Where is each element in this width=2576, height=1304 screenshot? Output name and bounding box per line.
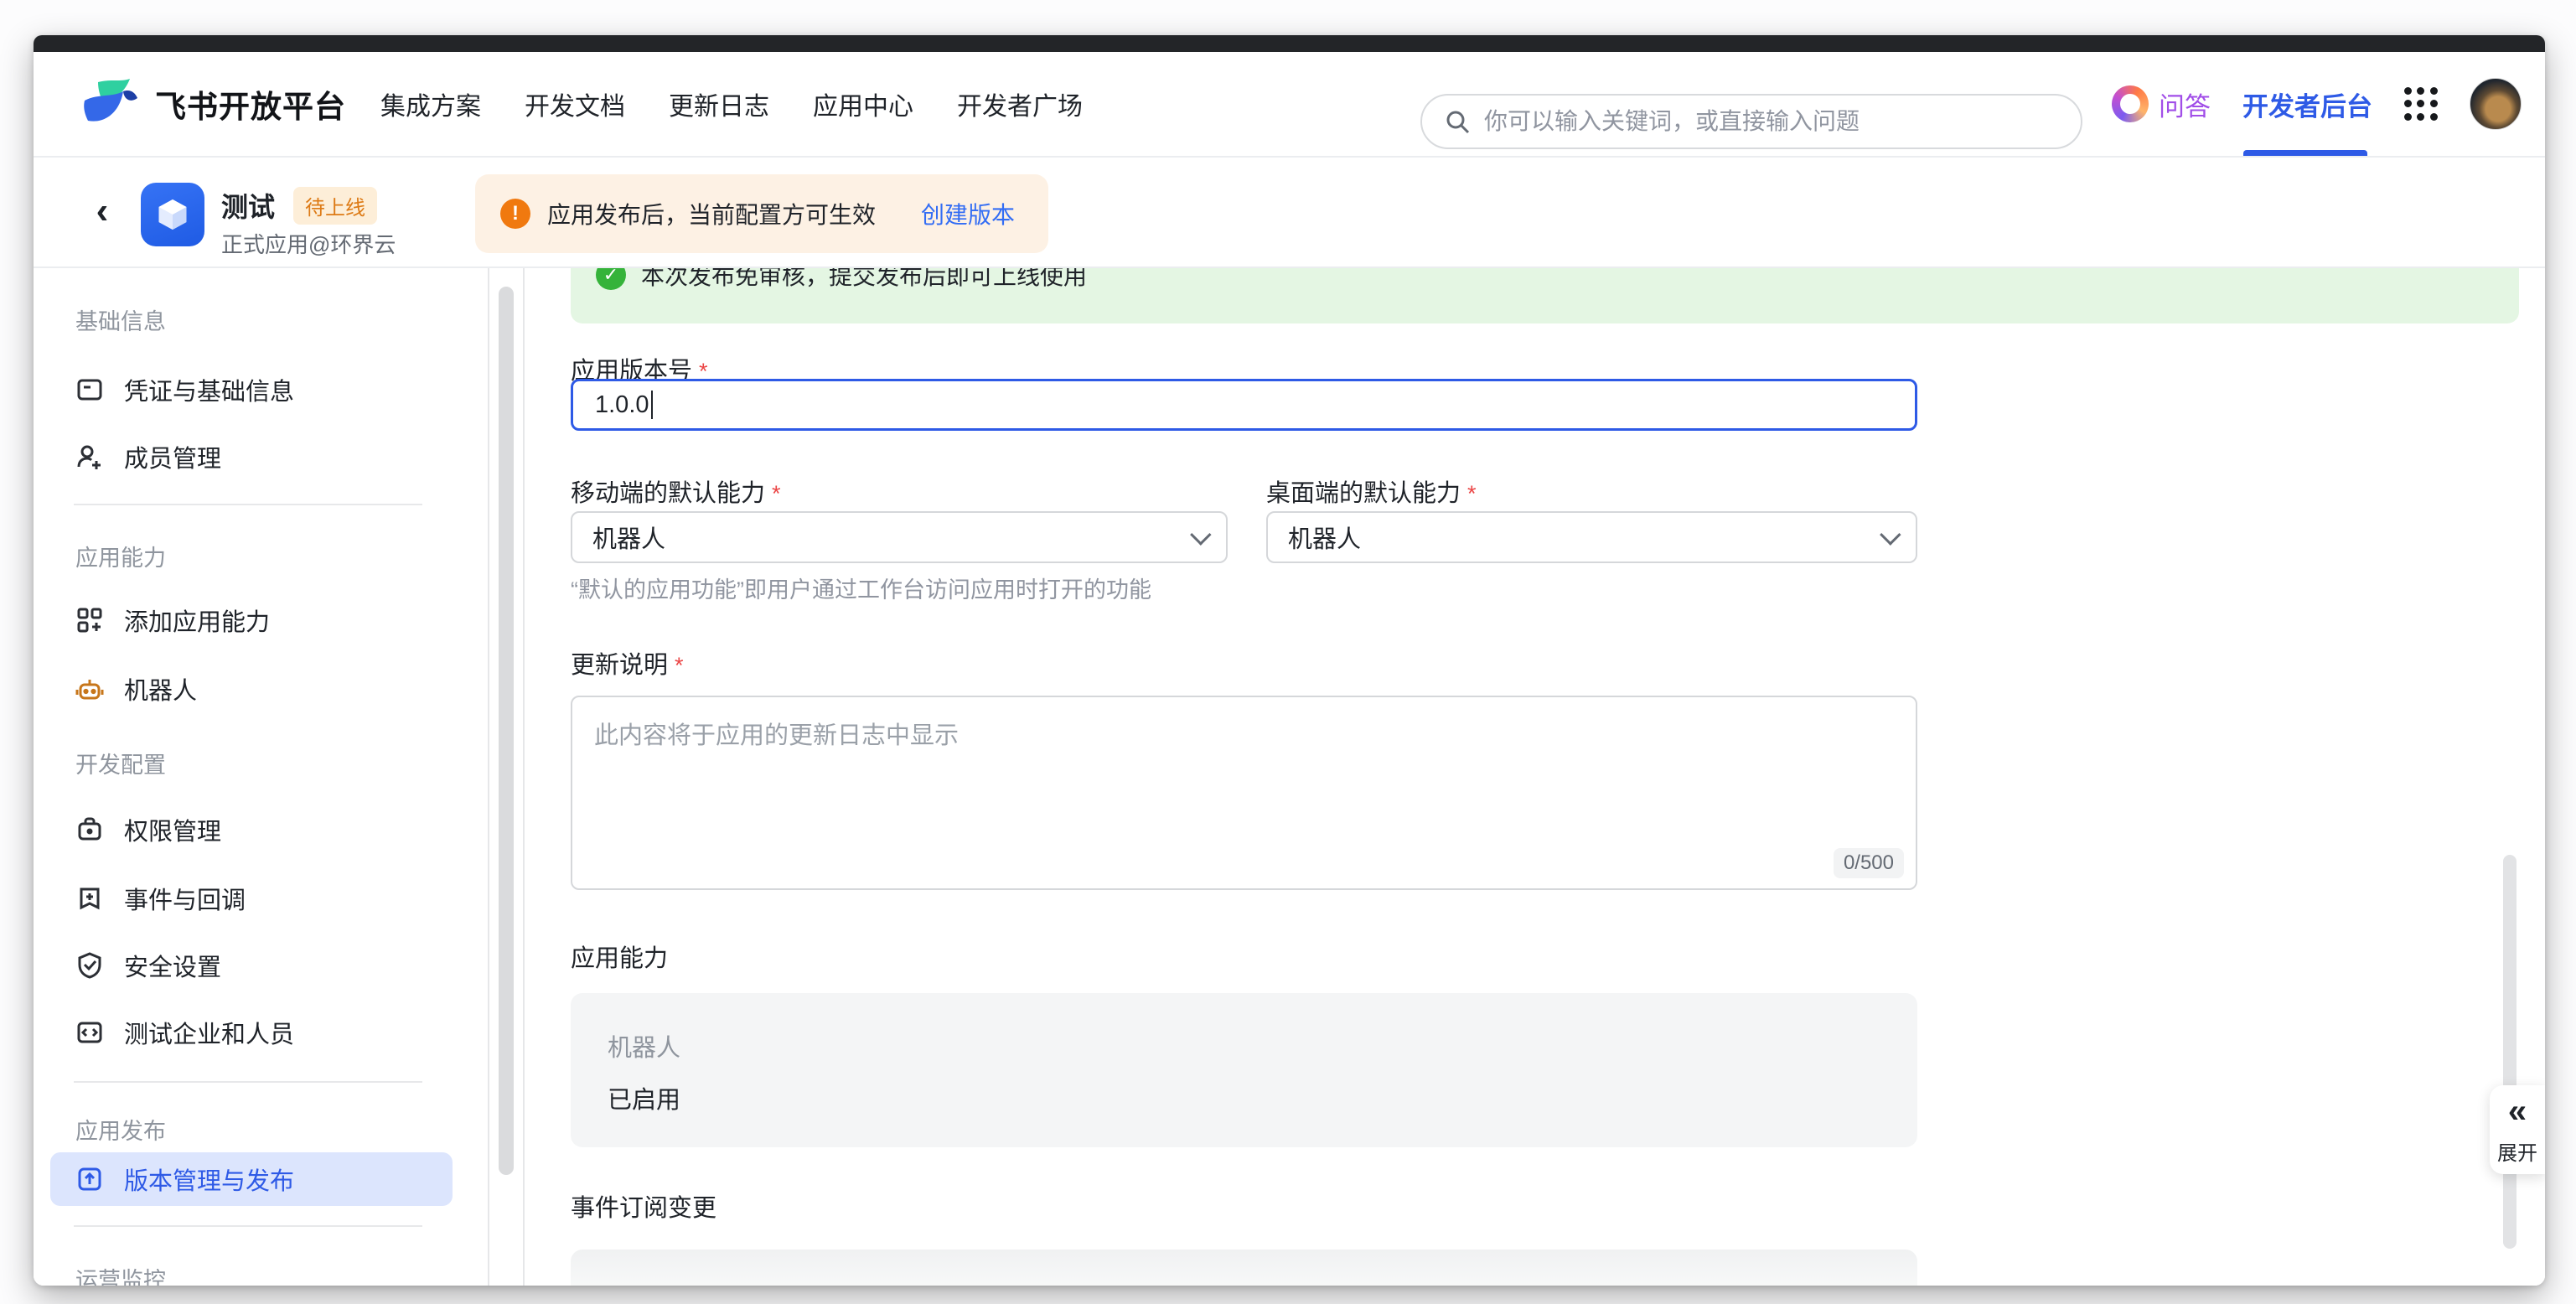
expand-label: 展开 xyxy=(2497,1136,2537,1166)
screen: 飞书开放平台 集成方案 开发文档 更新日志 应用中心 开发者广场 xyxy=(0,0,2576,1304)
publish-warning-banner: ! 应用发布后，当前配置方可生效 创建版本 xyxy=(475,174,1048,253)
top-nav: 飞书开放平台 集成方案 开发文档 更新日志 应用中心 开发者广场 xyxy=(34,52,2545,158)
main-scrollbar-thumb[interactable] xyxy=(2503,855,2517,1249)
sidebar-section-release: 应用发布 xyxy=(75,1113,166,1146)
search-input[interactable] xyxy=(1484,108,2059,135)
app-icon xyxy=(141,183,204,246)
sidebar-item-events-callbacks[interactable]: 事件与回调 xyxy=(50,872,453,925)
back-button[interactable]: ‹ xyxy=(85,186,119,236)
apps-grid-icon[interactable] xyxy=(2404,87,2438,121)
publish-arrow-icon xyxy=(75,1165,104,1193)
sidebar-item-permissions[interactable]: 权限管理 xyxy=(50,803,453,856)
sidebar-divider xyxy=(74,1225,422,1227)
feishu-logo-icon xyxy=(80,77,140,131)
search-box[interactable] xyxy=(1420,94,2082,149)
create-version-link[interactable]: 创建版本 xyxy=(921,197,1015,230)
grid-plus-icon xyxy=(75,606,104,634)
page-body: 基础信息 凭证与基础信息 xyxy=(34,268,2545,1286)
update-notes-label: 更新说明* xyxy=(571,645,684,680)
sidebar-section-monitoring: 运营监控 xyxy=(75,1262,166,1286)
sidebar-item-security[interactable]: 安全设置 xyxy=(50,939,453,992)
bookmark-plus-icon xyxy=(75,884,104,913)
capability-hint: “默认的应用功能”即用户通过工作台访问应用时打开的功能 xyxy=(571,572,1151,604)
nav-right-cluster: 问答 开发者后台 xyxy=(2112,52,2522,156)
chevron-down-icon xyxy=(1880,524,1901,545)
main-content: ✓ 本次发布免审核，提交发布后即可上线使用 应用版本号* 1.0.0 移动端的默… xyxy=(526,268,2545,1286)
nav-item-app-center[interactable]: 应用中心 xyxy=(813,85,913,122)
robot-icon xyxy=(75,675,104,703)
event-subscription-box xyxy=(571,1250,1917,1286)
sidebar-item-bot[interactable]: 机器人 xyxy=(50,662,453,716)
warning-icon: ! xyxy=(500,199,530,229)
char-counter: 0/500 xyxy=(1834,848,1904,878)
success-banner-text: 本次发布免审核，提交发布后即可上线使用 xyxy=(641,268,1087,292)
sidebar-item-credentials[interactable]: 凭证与基础信息 xyxy=(50,363,453,417)
feishu-logo[interactable]: 飞书开放平台 xyxy=(80,52,346,156)
sidebar-item-members[interactable]: 成员管理 xyxy=(50,430,453,484)
sidebar-scrollbar[interactable] xyxy=(488,268,525,1286)
code-brackets-icon xyxy=(75,1018,104,1047)
mobile-capability-select[interactable]: 机器人 xyxy=(571,511,1228,563)
shield-check-icon xyxy=(75,951,104,980)
nav-item-docs[interactable]: 开发文档 xyxy=(525,85,625,122)
double-chevron-left-icon: « xyxy=(2508,1094,2527,1128)
warning-text: 应用发布后，当前配置方可生效 xyxy=(547,197,876,230)
sidebar-section-dev-config: 开发配置 xyxy=(75,747,166,779)
nav-menu: 集成方案 开发文档 更新日志 应用中心 开发者广场 xyxy=(380,52,1083,156)
sidebar-item-add-capability[interactable]: 添加应用能力 xyxy=(50,593,453,647)
briefcase-lock-icon xyxy=(75,815,104,844)
capability-name: 机器人 xyxy=(608,1028,680,1063)
textarea-placeholder: 此内容将于应用的更新日志中显示 xyxy=(594,722,959,749)
sidebar-section-basic-info: 基础信息 xyxy=(75,303,166,336)
expand-panel-button[interactable]: « 展开 xyxy=(2490,1085,2545,1174)
nav-item-integration[interactable]: 集成方案 xyxy=(380,85,481,122)
sidebar-scrollbar-thumb[interactable] xyxy=(499,287,514,1175)
search-icon xyxy=(1444,108,1471,135)
qa-gradient-ring-icon xyxy=(2112,85,2149,122)
app-header: ‹ 测试 待上线 正式应用@环界云 ! 应用发布后，当前配置方可生效 创建版本 xyxy=(34,158,2545,268)
chevron-down-icon xyxy=(1190,524,1211,545)
avatar[interactable] xyxy=(2470,78,2522,130)
success-check-icon: ✓ xyxy=(596,268,626,290)
version-input[interactable]: 1.0.0 xyxy=(571,379,1917,431)
app-subtitle: 正式应用@环界云 xyxy=(221,228,396,259)
event-subscription-heading: 事件订阅变更 xyxy=(571,1188,716,1224)
window-titlebar xyxy=(34,35,2545,52)
sidebar-item-version-release[interactable]: 版本管理与发布 xyxy=(50,1152,453,1206)
member-add-icon xyxy=(75,442,104,471)
sidebar-section-capabilities: 应用能力 xyxy=(75,540,166,572)
review-free-banner: ✓ 本次发布免审核，提交发布后即可上线使用 xyxy=(571,268,2519,323)
capability-status: 已启用 xyxy=(608,1080,680,1115)
sidebar-item-test-company[interactable]: 测试企业和人员 xyxy=(50,1006,453,1059)
developer-console-link[interactable]: 开发者后台 xyxy=(2242,85,2372,123)
desktop-capability-select[interactable]: 机器人 xyxy=(1266,511,1917,563)
app-capability-box: 机器人 已启用 xyxy=(571,993,1917,1147)
active-tab-underline xyxy=(2243,150,2367,156)
logo-text: 飞书开放平台 xyxy=(155,81,346,127)
mobile-capability-label: 移动端的默认能力* xyxy=(571,473,781,509)
sidebar-divider xyxy=(74,1081,422,1083)
status-badge: 待上线 xyxy=(293,187,377,225)
qa-label: 问答 xyxy=(2159,85,2211,123)
app-title: 测试 xyxy=(221,186,275,225)
qa-link[interactable]: 问答 xyxy=(2112,85,2211,123)
nav-item-dev-plaza[interactable]: 开发者广场 xyxy=(957,85,1083,122)
sidebar-divider xyxy=(74,504,422,505)
browser-window: 飞书开放平台 集成方案 开发文档 更新日志 应用中心 开发者广场 xyxy=(34,35,2545,1286)
desktop-capability-label: 桌面端的默认能力* xyxy=(1266,473,1477,509)
sidebar: 基础信息 凭证与基础信息 xyxy=(34,268,486,1286)
update-notes-textarea[interactable]: 此内容将于应用的更新日志中显示 0/500 xyxy=(571,696,1917,890)
app-capability-heading: 应用能力 xyxy=(571,939,668,974)
credential-card-icon xyxy=(75,375,104,404)
text-caret xyxy=(651,391,653,419)
nav-item-changelog[interactable]: 更新日志 xyxy=(669,85,769,122)
